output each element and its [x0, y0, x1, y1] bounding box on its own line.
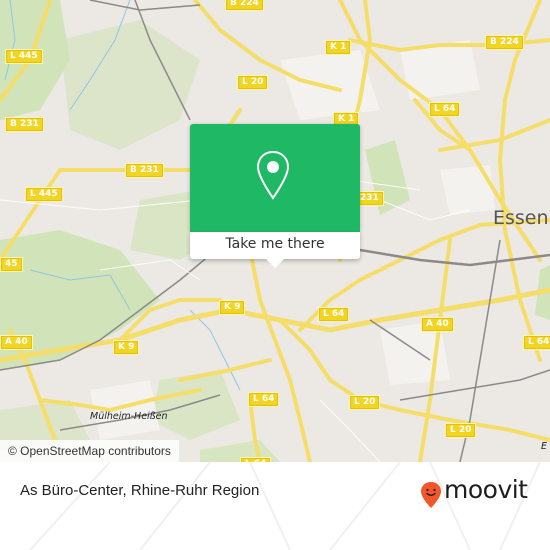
road-shield: B 224	[485, 35, 524, 50]
map-attribution[interactable]: © OpenStreetMap contributors	[0, 440, 179, 462]
moovit-smiley-pin-icon	[421, 482, 441, 508]
road-shield: L 64	[248, 392, 280, 407]
place-label-edge: E	[541, 441, 548, 452]
place-label-town: Mülheim-Heißen	[90, 411, 168, 422]
popup-pointer	[266, 259, 284, 268]
road-shield: L 64	[429, 102, 461, 117]
road-shield: A 40	[0, 335, 33, 350]
road-shield: L 20	[349, 395, 381, 410]
road-shield: B 224	[225, 0, 264, 11]
road-shield: K 9	[113, 340, 140, 355]
road-shield: A 40	[421, 317, 454, 332]
road-shield: L 20	[237, 75, 269, 90]
map-pin-icon	[256, 150, 290, 200]
road-shield: L 64	[318, 307, 350, 322]
location-title: As Büro-Center, Rhine-Ruhr Region	[20, 482, 260, 499]
road-shield: L 445	[5, 49, 43, 64]
footer-bar: As Büro-Center, Rhine-Ruhr Region moovit	[0, 462, 550, 550]
road-shield: B 231	[125, 163, 164, 178]
road-shield: K 9	[219, 300, 246, 315]
place-label-city: Essen	[493, 207, 549, 229]
road-shield: L 445	[25, 187, 63, 202]
road-shield: L 64	[523, 335, 550, 350]
road-shield: B 231	[5, 117, 44, 132]
road-shield: 45	[0, 257, 23, 272]
road-shield: K 1	[325, 40, 352, 55]
road-shield: L 20	[445, 423, 477, 438]
take-me-there-button[interactable]: Take me there	[190, 232, 360, 259]
moovit-logo[interactable]: moovit	[418, 475, 543, 509]
moovit-wordmark: moovit	[444, 475, 528, 504]
